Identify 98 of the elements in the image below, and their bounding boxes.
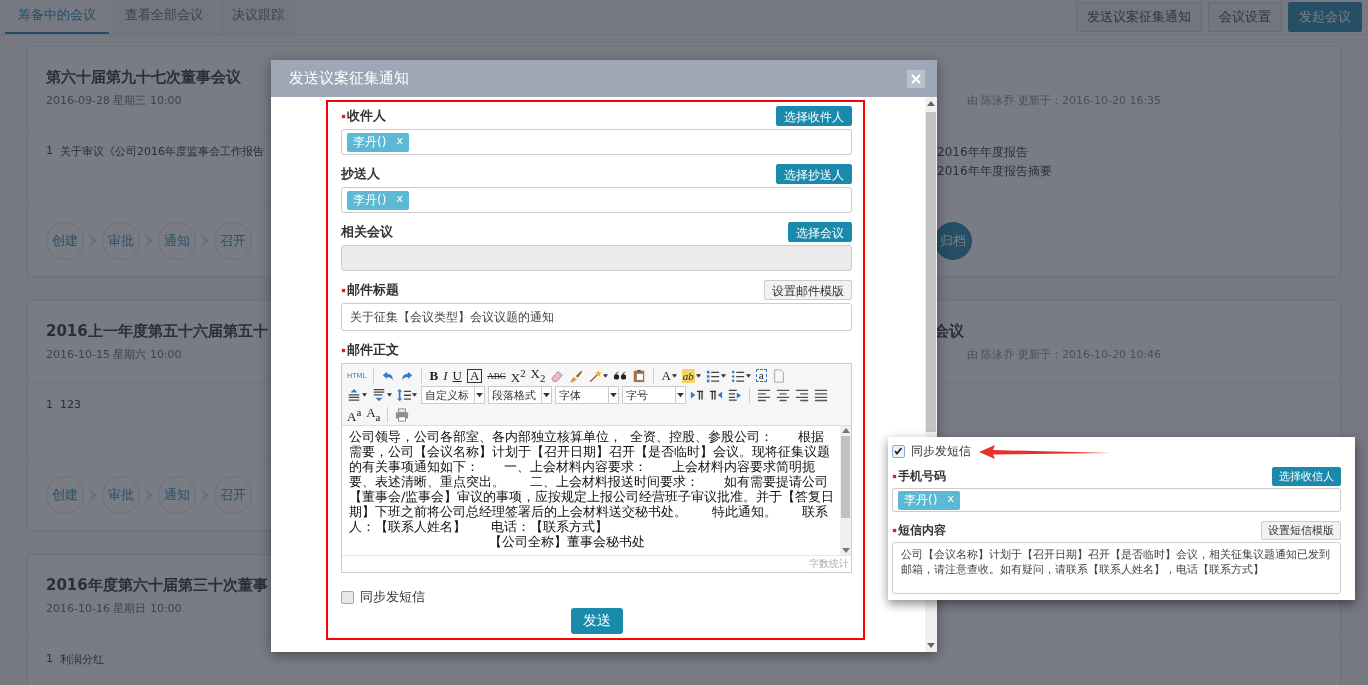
scroll-up-icon[interactable]: [927, 101, 935, 106]
tag-field[interactable]: 李丹() x: [892, 488, 1341, 513]
caret-icon[interactable]: [603, 373, 609, 378]
agenda-item: 2016年年度报告摘要: [937, 163, 1053, 180]
meeting-title: 第六十届第九十七次董事会议: [46, 68, 241, 87]
format-button[interactable]: A$_{a}$: [366, 405, 381, 424]
scroll-down-icon[interactable]: [927, 643, 935, 648]
field-button[interactable]: 选择收件人: [776, 106, 852, 126]
send-button[interactable]: 发送: [570, 608, 623, 634]
remove-link[interactable]: x: [396, 133, 403, 151]
clipboard-icon[interactable]: [632, 368, 647, 383]
agenda-item: 利润分红: [60, 652, 104, 667]
checkbox[interactable]: [892, 445, 905, 459]
bullet-list-icon[interactable]: [730, 368, 745, 383]
remove-link[interactable]: x: [947, 491, 954, 509]
agenda-number: 1: [46, 652, 53, 667]
checkbox-label: 同步发短信: [360, 588, 425, 606]
caret-icon[interactable]: [387, 393, 392, 398]
text-area[interactable]: 公司【会议名称】计划于【召开日期】召开【是否临时】会议，相关征集议题通知已发到邮箱，请注意查收。如有疑问，请联系【联系人姓名】，电话【联系方式】: [892, 542, 1341, 594]
caret-icon[interactable]: [677, 392, 684, 398]
tag-field[interactable]: 李丹() x: [341, 187, 852, 213]
align-center-icon[interactable]: [776, 388, 790, 403]
wand-icon[interactable]: [588, 368, 603, 383]
align-left-icon[interactable]: [757, 388, 771, 403]
field-label: 相关会议: [341, 223, 393, 241]
printer-icon[interactable]: [395, 407, 410, 422]
meeting-title: 2016年度第六十届第三十次董事: [46, 576, 268, 595]
tag-label: 李丹(): [904, 491, 938, 509]
format-button[interactable]: A: [661, 368, 671, 383]
scroll-up-icon[interactable]: [841, 428, 850, 433]
meeting-title: 2016上一年度第五十六届第五十: [46, 322, 268, 341]
agenda-item: 2016年年度报告: [937, 144, 1029, 161]
chevron-icon: [201, 490, 209, 500]
checkbox-label: 同步发短信: [911, 443, 971, 461]
caret-icon[interactable]: [412, 393, 417, 398]
field-button[interactable]: 选择抄送人: [776, 164, 852, 184]
italic-button[interactable]: I: [443, 368, 448, 383]
anchor-button[interactable]: a: [755, 369, 767, 383]
caret-icon[interactable]: [543, 392, 550, 398]
format-select[interactable]: 自定义标: [421, 386, 485, 405]
paragraph-spacing-icon[interactable]: [347, 388, 361, 403]
font-border-button[interactable]: A: [466, 368, 483, 383]
word-count: 字数统计: [809, 557, 849, 571]
action-button[interactable]: 发送议案征集通知: [1076, 2, 1202, 32]
editor-text: 公司领导，公司各部室、各内部独立核算单位， 全资、控股、参股公司： 根据需要，公司【会议名称】计划于【召开日期】召开【是否临时】会议。现将征集议题的有关事项通知如下： 一、上会材料内容要求： 上会材料内容要求简明扼要、表述清晰、重点突出。 二、上会材料报送时间要求： 如有需要提请公司【董事会/监事会】审议的事项，应按规定上报公司经营班子审议批准。并于【答复日期】下班之前将公司总经理签署后的上会材料送交秘书处。 特此通知。 联系人：【联系人姓名】 电话：【联系方式】 【公司全称】董事会秘书处: [348, 428, 836, 551]
line-height-icon[interactable]: [397, 388, 411, 403]
field-label: 手机号码: [898, 467, 946, 485]
agenda-number: 1: [46, 398, 53, 411]
field-label: 抄送人: [341, 165, 380, 183]
brush-icon[interactable]: [569, 368, 584, 383]
remove-link[interactable]: x: [396, 191, 403, 209]
format-button[interactable]: X$_{2}$: [530, 366, 546, 385]
field-button[interactable]: 设置短信模版: [1261, 520, 1341, 540]
field-button[interactable]: 设置邮件模版: [764, 280, 852, 300]
agenda-item: 123: [60, 398, 81, 411]
field-button[interactable]: 选择收信人: [1272, 466, 1341, 486]
tag-field[interactable]: 李丹() x: [341, 129, 852, 155]
tag-label: 李丹(): [353, 133, 387, 151]
align-right-icon[interactable]: [795, 388, 809, 403]
caret-icon[interactable]: [695, 373, 701, 378]
action-button[interactable]: 会议设置: [1208, 2, 1282, 32]
format-button[interactable]: A$^{a}$: [347, 405, 362, 425]
numbered-list-icon[interactable]: [705, 368, 720, 383]
field-label: 短信内容: [898, 521, 946, 539]
strikethrough-button[interactable]: ABC: [487, 368, 506, 383]
chevron-icon: [145, 236, 153, 246]
caret-icon[interactable]: [720, 373, 726, 378]
field-label: 邮件正文: [347, 341, 399, 359]
field-label: 邮件标题: [347, 281, 399, 299]
caret-icon[interactable]: [476, 392, 483, 398]
tag-label: 李丹(): [353, 191, 387, 209]
format-button[interactable]: X$^{2}$: [510, 366, 526, 386]
highlight-button[interactable]: ab: [681, 368, 695, 383]
field-label: 收件人: [347, 107, 386, 125]
chevron-icon: [89, 490, 97, 500]
bold-button[interactable]: B: [429, 368, 439, 383]
caret-icon[interactable]: [745, 373, 751, 378]
action-button[interactable]: 发起会议: [1288, 2, 1362, 32]
chevron-icon: [145, 490, 153, 500]
caret-icon[interactable]: [362, 393, 367, 398]
agenda-number: 1: [46, 144, 53, 159]
agenda-item: 关于审议《公司2016年度监事会工作报告: [60, 144, 264, 159]
scrollbar[interactable]: [840, 426, 851, 555]
caret-icon[interactable]: [610, 392, 617, 398]
caret-icon[interactable]: [671, 373, 677, 378]
format-select[interactable]: 段落格式: [488, 386, 552, 405]
underline-button[interactable]: U: [452, 368, 462, 383]
format-select[interactable]: 字号: [622, 386, 686, 405]
chevron-icon: [201, 236, 209, 246]
indent-icon[interactable]: [728, 388, 742, 403]
rich-text-editor[interactable]: [341, 363, 852, 573]
format-select[interactable]: 字体: [555, 386, 619, 405]
dialog-title: 发送议案征集通知: [289, 69, 409, 88]
paragraph-spacing-icon[interactable]: [372, 388, 386, 403]
input-field[interactable]: 关于征集【会议类型】会议议题的通知: [341, 303, 852, 331]
align-justify-icon[interactable]: [814, 388, 828, 403]
chevron-icon: [89, 236, 97, 246]
checkbox[interactable]: [341, 590, 354, 604]
